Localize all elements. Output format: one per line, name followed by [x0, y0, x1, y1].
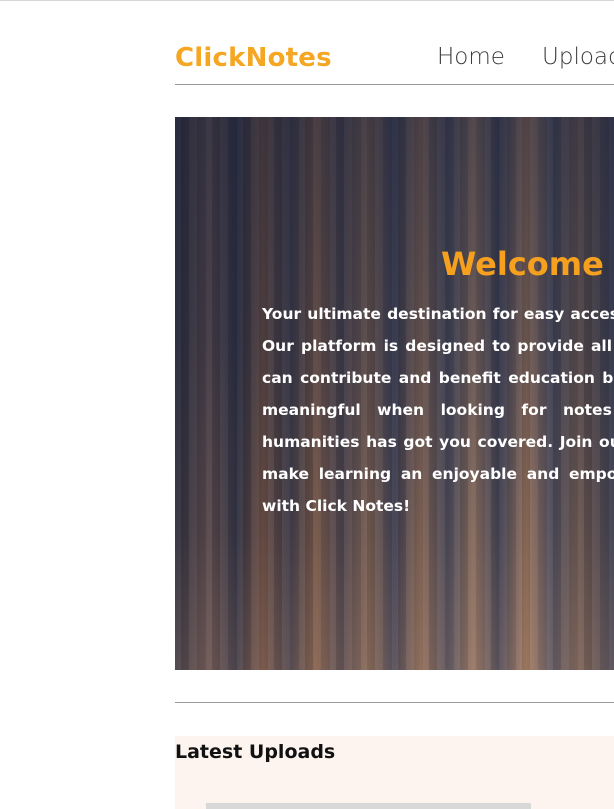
hero-banner: Welcome t Your ultimate destination for … [175, 117, 614, 670]
main-nav: Home Upload [437, 44, 614, 70]
upload-card[interactable] [206, 803, 531, 809]
site-logo[interactable]: ClickNotes [175, 43, 332, 73]
site-header: ClickNotes Home Upload [175, 36, 614, 85]
hero-title: Welcome t [441, 245, 614, 283]
hero-description: Your ultimate destination for easy acces… [262, 305, 614, 515]
nav-upload-link[interactable]: Upload [542, 44, 614, 70]
latest-uploads-heading: Latest Uploads [175, 741, 336, 763]
nav-home-link[interactable]: Home [437, 44, 505, 70]
latest-uploads-section: Latest Uploads [175, 736, 614, 809]
top-border [0, 0, 614, 1]
section-divider [175, 702, 614, 703]
